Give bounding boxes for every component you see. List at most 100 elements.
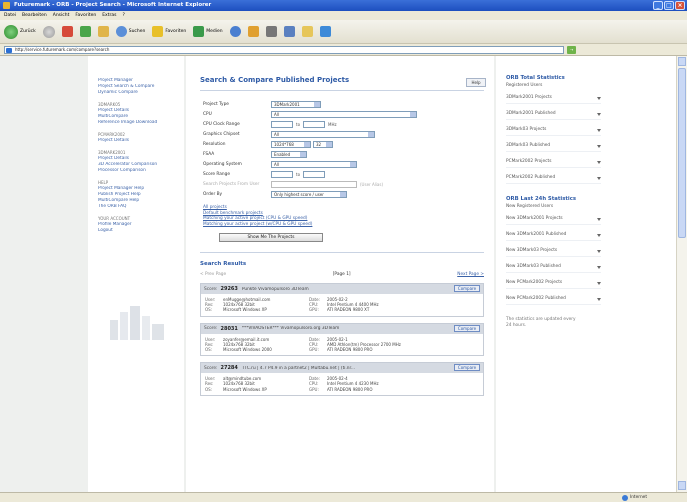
expand-arrow-icon <box>597 97 601 100</box>
graphics-chipset-select[interactable]: All <box>271 130 375 138</box>
go-arrow-icon: → <box>570 47 574 52</box>
result-description[interactable]: ***VIVAOSTER*** Vivamopulsoro.org 3DTeam <box>242 326 339 331</box>
star-icon <box>152 26 164 37</box>
filter-matching-active-speed[interactable]: Matching your active project (w/CPU & GP… <box>203 222 484 228</box>
minimize-button[interactable]: _ <box>653 1 663 10</box>
stat-item[interactable]: New PCMark2002 Published <box>506 289 601 305</box>
stat-item[interactable]: New 3DMark03 Published <box>506 257 601 273</box>
result-os: Microsoft Windows 2000 <box>223 347 272 353</box>
cpu-select[interactable]: All <box>271 110 417 118</box>
mail-icon[interactable] <box>247 26 259 37</box>
menu-edit[interactable]: Bearbeiten <box>22 11 47 20</box>
help-button[interactable]: Help <box>466 78 486 87</box>
history-icon[interactable] <box>229 26 241 37</box>
compare-button[interactable]: Compare <box>454 364 480 372</box>
prev-page-link[interactable]: < Prev Page <box>200 272 226 277</box>
stat-item[interactable]: New 3DMark2001 Projects <box>506 209 601 225</box>
nav-link[interactable]: Logout <box>98 228 184 234</box>
back-button[interactable]: Zurück <box>4 24 36 39</box>
nav-link[interactable]: Processor Comparison <box>98 168 184 174</box>
page-title: Search & Compare Published Projects <box>200 76 350 84</box>
project-type-select[interactable]: 3DMark2001 <box>271 100 321 108</box>
folder-icon[interactable] <box>301 26 313 37</box>
compare-button[interactable]: Compare <box>454 324 480 332</box>
menu-favorites[interactable]: Favoriten <box>75 11 96 20</box>
stat-item[interactable]: 3DMark2001 Published <box>506 104 601 120</box>
menu-tools[interactable]: Extras <box>102 11 116 20</box>
nav-link[interactable]: The ORB FAQ <box>98 204 184 210</box>
print-icon[interactable] <box>265 26 277 37</box>
address-input[interactable]: http://service.futuremark.com/compare?se… <box>4 45 564 54</box>
form-row-os: Operating System All <box>203 159 484 169</box>
expand-arrow-icon <box>597 282 601 285</box>
menu-help[interactable]: ? <box>122 11 124 20</box>
stat-item[interactable]: 3DMark2001 Projects <box>506 88 601 104</box>
close-button[interactable]: × <box>675 1 685 10</box>
refresh-icon[interactable] <box>79 26 91 37</box>
score-min-input[interactable] <box>271 170 293 178</box>
stat-item[interactable]: PCMark2002 Projects <box>506 152 601 168</box>
nav-link[interactable]: Dynamic Compare <box>98 90 184 96</box>
order-by-select[interactable]: Only highest score / user <box>271 190 347 198</box>
result-description[interactable]: TTC.ru | 4.7 P4.9 in a partnet2 | Multab… <box>242 366 355 371</box>
score-max-input[interactable] <box>303 170 326 178</box>
maximize-button[interactable]: □ <box>664 1 674 10</box>
result-description[interactable]: Punkte Vivamopulsoro 3DTeam <box>242 287 309 292</box>
search-button[interactable]: Suchen <box>115 26 145 37</box>
result-details: User: zoyanfer@email.it.com Date: 2005-02-… <box>201 333 483 356</box>
scroll-down-arrow-icon[interactable] <box>678 481 686 490</box>
menu-file[interactable]: Datei <box>4 11 16 20</box>
page-icon <box>6 47 12 53</box>
edit-icon[interactable] <box>283 26 295 37</box>
compare-button[interactable]: Compare <box>454 285 480 292</box>
status-bar: Internet <box>0 492 687 502</box>
scroll-up-arrow-icon[interactable] <box>678 57 686 66</box>
form-row-cpu: CPU All <box>203 109 484 119</box>
user-alias-input[interactable] <box>271 180 357 188</box>
expand-arrow-icon <box>597 161 601 164</box>
result-os: Microsoft Windows XP <box>223 307 267 313</box>
home-icon[interactable] <box>97 26 109 37</box>
statistics-sidebar: ORB Total Statistics Registered Users 3D… <box>496 56 676 492</box>
color-depth-select[interactable]: 32 <box>313 140 333 148</box>
form-row-fsaa: FSAA Enabled <box>203 149 484 159</box>
vertical-scrollbar[interactable] <box>676 56 687 492</box>
search-results-title: Search Results <box>200 261 247 267</box>
stat-item[interactable]: 3DMark03 Projects <box>506 120 601 136</box>
show-projects-button[interactable]: Show Me The Projects <box>219 233 323 242</box>
quick-filters: All projects Default benchmark projects … <box>203 205 484 227</box>
next-page-link[interactable]: Next Page > <box>457 272 484 277</box>
result-details: User: enMugge@hotmail.com Date: 2005-02-2 … <box>201 294 483 316</box>
result-header: Score: 27284 TTC.ru | 4.7 P4.9 in a part… <box>201 363 483 374</box>
favorites-button[interactable]: Favoriten <box>152 26 186 37</box>
fsaa-select[interactable]: Enabled <box>271 150 307 158</box>
stat-item[interactable]: PCMark2002 Published <box>506 168 601 184</box>
result-gpu: ATI RADEON 9800 PRO <box>327 386 373 392</box>
result-details: User: alt@mindtube.com Date: 2005-02-4 Res… <box>201 373 483 395</box>
forward-button[interactable] <box>42 25 55 38</box>
result-os: Microsoft Windows XP <box>223 386 267 392</box>
resolution-select[interactable]: 1024*768 <box>271 140 311 148</box>
messenger-icon[interactable] <box>319 26 331 37</box>
cpu-clock-max-input[interactable] <box>303 120 326 128</box>
search-form: Project Type 3DMark2001 CPU All CPU Cloc… <box>200 99 484 242</box>
go-button[interactable]: → <box>567 45 577 54</box>
media-icon <box>193 26 205 37</box>
menu-view[interactable]: Ansicht <box>53 11 70 20</box>
stat-item[interactable]: New PCMark2002 Projects <box>506 273 601 289</box>
nav-link[interactable]: Project Details <box>98 138 184 144</box>
window-controls: _ □ × <box>653 1 685 10</box>
nav-section-help: HELP Project Manager Help Publish Projec… <box>98 180 184 210</box>
expand-arrow-icon <box>597 250 601 253</box>
forward-arrow-icon <box>42 25 55 38</box>
operating-system-select[interactable]: All <box>271 160 357 168</box>
stop-icon[interactable] <box>61 26 73 37</box>
nav-link[interactable]: Reference Image Download <box>98 120 184 126</box>
cpu-clock-min-input[interactable] <box>271 120 293 128</box>
nav-section-project: Project Manager Project Search & Compare… <box>98 78 184 96</box>
stat-item[interactable]: 3DMark03 Published <box>506 136 601 152</box>
stat-item[interactable]: New 3DMark2001 Published <box>506 225 601 241</box>
scrollbar-thumb[interactable] <box>678 68 686 238</box>
stat-item[interactable]: New 3DMark03 Projects <box>506 241 601 257</box>
media-button[interactable]: Medien <box>193 26 223 37</box>
